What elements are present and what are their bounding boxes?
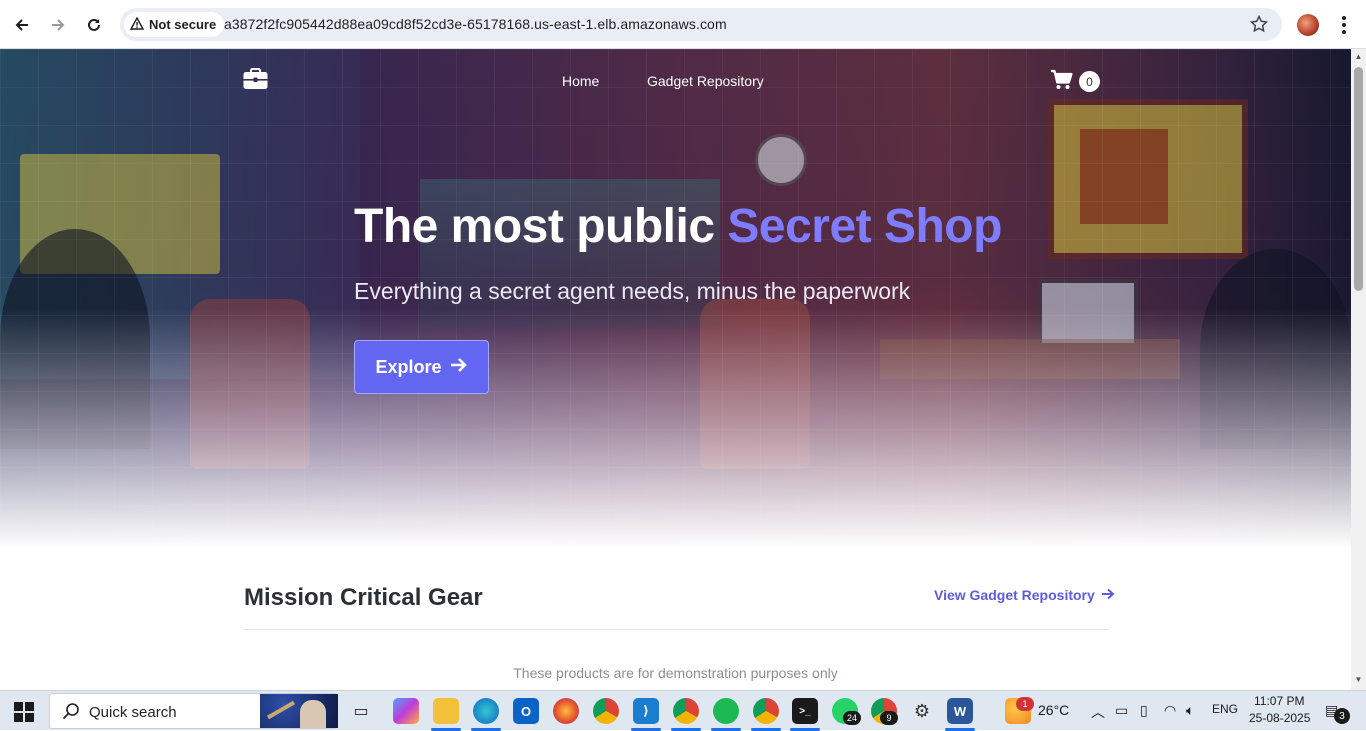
cart-count-badge: 0 xyxy=(1079,71,1100,92)
taskbar: Quick search ▭ O ⟩ >_ 24 9 ⚙ W 1 26°C ︿ … xyxy=(0,690,1366,731)
scroll-down-icon[interactable]: ▼ xyxy=(1354,676,1363,684)
view-gadget-repository-label: View Gadget Repository xyxy=(934,587,1095,603)
url-text[interactable]: a3872f2fc905442d88ea09cd8f52cd3e-6517816… xyxy=(224,16,727,32)
language-indicator[interactable]: ENG xyxy=(1212,702,1238,716)
cart-icon[interactable] xyxy=(1050,69,1073,95)
back-arrow-icon[interactable] xyxy=(8,11,36,39)
clock-date[interactable]: 25-08-2025 xyxy=(1249,711,1310,725)
view-gadget-repository-link[interactable]: View Gadget Repository xyxy=(934,587,1115,603)
search-highlight-image xyxy=(260,694,338,728)
weather-badge: 1 xyxy=(1016,697,1034,711)
edge-icon[interactable] xyxy=(473,698,499,724)
security-label: Not secure xyxy=(149,17,217,32)
whatsapp-badge: 24 xyxy=(843,711,861,725)
section-divider xyxy=(244,629,1109,630)
explore-button-label: Explore xyxy=(375,356,442,377)
file-explorer-icon[interactable] xyxy=(433,698,459,724)
outlook-icon[interactable]: O xyxy=(513,698,539,724)
clock-time[interactable]: 11:07 PM xyxy=(1254,694,1304,708)
search-icon xyxy=(62,702,80,725)
scroll-up-icon[interactable]: ▲ xyxy=(1354,53,1363,61)
briefcase-icon[interactable] xyxy=(243,68,268,90)
device-icon[interactable]: ▯ xyxy=(1140,702,1148,719)
browser-toolbar: Not secure a3872f2fc905442d88ea09cd8f52c… xyxy=(0,0,1366,49)
section-title: Mission Critical Gear xyxy=(244,584,483,611)
profile-avatar[interactable] xyxy=(1297,14,1319,36)
chrome-icon[interactable] xyxy=(593,698,619,724)
hero-title-plain: The most public xyxy=(354,200,728,253)
scroll-thumb[interactable] xyxy=(1354,67,1363,291)
reload-icon[interactable] xyxy=(80,11,108,39)
settings-gear-icon[interactable]: ⚙ xyxy=(909,698,935,724)
volume-icon[interactable]: 🔈︎ xyxy=(1186,702,1194,719)
chrome-profile-2-icon[interactable] xyxy=(753,698,779,724)
battery-icon[interactable]: ▭ xyxy=(1115,702,1128,719)
nav-link-gadget-repository[interactable]: Gadget Repository xyxy=(647,73,764,89)
nav-link-home[interactable]: Home xyxy=(562,73,599,89)
address-bar[interactable]: Not secure a3872f2fc905442d88ea09cd8f52c… xyxy=(120,8,1282,41)
hero-chair-right xyxy=(700,299,810,469)
bookmark-star-icon[interactable] xyxy=(1249,14,1269,38)
arrow-right-icon xyxy=(1101,587,1115,603)
vscode-icon[interactable]: ⟩ xyxy=(633,698,659,724)
explore-button[interactable]: Explore xyxy=(354,340,489,394)
firefox-icon[interactable] xyxy=(553,698,579,724)
hero-title-accent: Secret Shop xyxy=(727,200,1002,253)
terminal-icon[interactable]: >_ xyxy=(792,698,818,724)
chrome-profile-icon[interactable] xyxy=(673,698,699,724)
wifi-icon[interactable]: ◠ xyxy=(1164,702,1176,719)
notification-count-badge: 3 xyxy=(1334,708,1350,724)
taskbar-search[interactable]: Quick search xyxy=(49,693,338,729)
word-icon[interactable]: W xyxy=(947,698,973,724)
hero-subtitle: Everything a secret agent needs, minus t… xyxy=(354,278,911,304)
windows-start-icon[interactable] xyxy=(14,702,34,722)
chrome-badge: 9 xyxy=(880,711,898,725)
chevron-up-icon[interactable]: ︿ xyxy=(1091,702,1105,722)
demo-disclaimer: These products are for demonstration pur… xyxy=(513,665,838,681)
forward-arrow-icon[interactable] xyxy=(44,11,72,39)
hero-title: The most public Secret Shop xyxy=(354,199,1002,254)
search-placeholder: Quick search xyxy=(89,704,177,721)
page-viewport: Home Gadget Repository 0 The most public… xyxy=(0,49,1351,690)
arrow-right-icon xyxy=(450,357,468,378)
site-navbar: Home Gadget Repository 0 xyxy=(0,49,1351,113)
security-chip[interactable]: Not secure xyxy=(124,12,225,37)
copilot-icon[interactable] xyxy=(393,698,419,724)
hero-desk xyxy=(880,339,1180,379)
hero-chair-left xyxy=(190,299,310,469)
weather-temperature[interactable]: 26°C xyxy=(1038,702,1069,718)
spotify-icon[interactable] xyxy=(713,698,739,724)
browser-menu-icon[interactable] xyxy=(1336,12,1352,38)
page-scrollbar[interactable]: ▲ ▼ xyxy=(1351,49,1366,690)
warning-icon xyxy=(129,16,145,33)
task-view-icon[interactable]: ▭ xyxy=(348,698,374,724)
